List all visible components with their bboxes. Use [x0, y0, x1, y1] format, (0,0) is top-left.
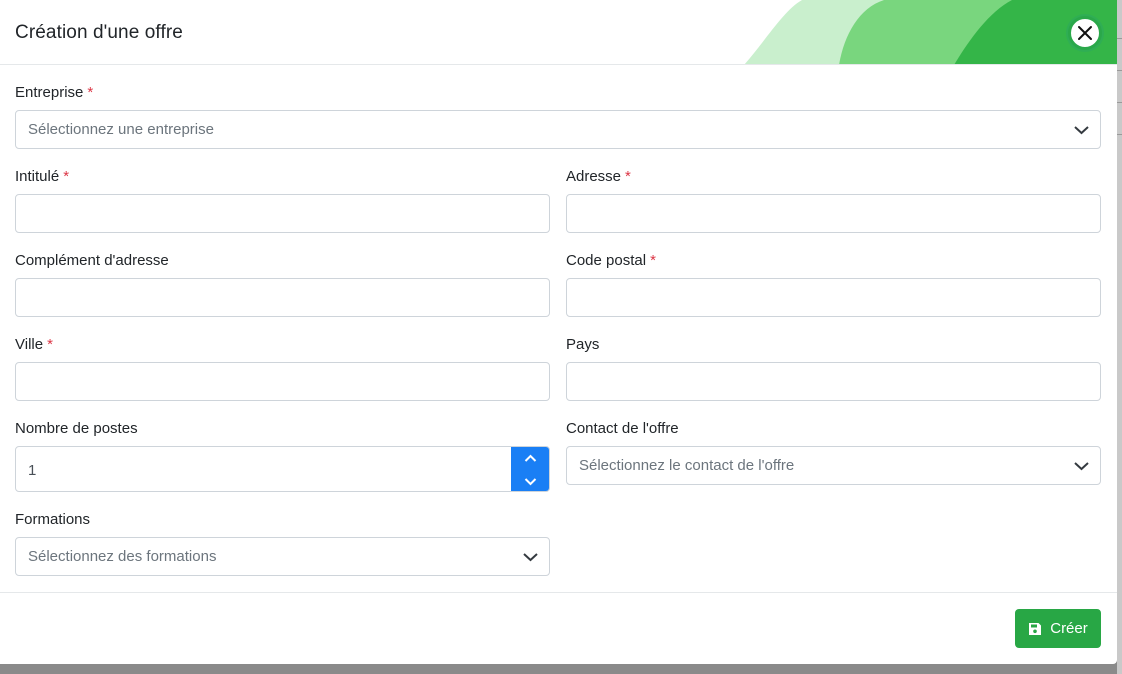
entreprise-select[interactable]: Sélectionnez une entreprise	[15, 110, 1101, 149]
chevron-down-icon	[524, 478, 536, 486]
chevron-down-icon	[1074, 462, 1089, 471]
required-marker: *	[625, 168, 631, 185]
chevron-up-icon	[524, 454, 536, 462]
pays-label: Pays	[566, 336, 600, 353]
required-marker: *	[650, 252, 656, 269]
modal-title: Création d'une offre	[15, 22, 183, 43]
ville-label: Ville *	[15, 336, 53, 353]
formations-label: Formations	[15, 511, 91, 528]
increment-button[interactable]	[511, 447, 549, 470]
close-icon	[1078, 26, 1092, 40]
required-marker: *	[87, 84, 94, 101]
formations-select[interactable]: Sélectionnez des formations	[15, 537, 550, 576]
number-spinner	[511, 447, 549, 491]
close-button[interactable]	[1068, 16, 1102, 50]
footer-divider	[0, 592, 1117, 593]
page-backdrop	[1117, 0, 1122, 674]
intitule-label: Intitulé *	[15, 168, 70, 185]
chevron-down-icon	[1074, 126, 1089, 135]
pays-input[interactable]	[566, 362, 1101, 401]
adresse-input[interactable]	[566, 194, 1101, 233]
formations-placeholder: Sélectionnez des formations	[28, 548, 217, 565]
create-button[interactable]: Créer	[1015, 609, 1101, 648]
entreprise-label: Entreprise *	[15, 84, 94, 101]
code-postal-label: Code postal *	[566, 252, 656, 269]
create-offer-modal: Création d'une offre Entreprise * Sélecti…	[0, 0, 1117, 664]
chevron-down-icon	[523, 553, 538, 562]
create-button-label: Créer	[1050, 620, 1088, 637]
complement-label: Complément d'adresse	[15, 252, 169, 269]
intitule-input[interactable]	[15, 194, 550, 233]
required-marker: *	[63, 168, 70, 185]
nombre-postes-value: 1	[28, 462, 37, 479]
entreprise-placeholder: Sélectionnez une entreprise	[28, 121, 214, 138]
header-wave-decoration	[744, 0, 1117, 64]
contact-select[interactable]: Sélectionnez le contact de l'offre	[566, 446, 1101, 485]
contact-placeholder: Sélectionnez le contact de l'offre	[579, 457, 795, 474]
save-icon	[1029, 622, 1042, 635]
ville-input[interactable]	[15, 362, 550, 401]
required-marker: *	[47, 336, 53, 353]
decrement-button[interactable]	[511, 470, 549, 491]
complement-input[interactable]	[15, 278, 550, 317]
nombre-postes-label: Nombre de postes	[15, 420, 138, 437]
contact-label: Contact de l'offre	[566, 420, 679, 437]
nombre-postes-input[interactable]: 1	[15, 446, 550, 492]
modal-header: Création d'une offre	[0, 0, 1117, 65]
code-postal-input[interactable]	[566, 278, 1101, 317]
adresse-label: Adresse *	[566, 168, 631, 185]
